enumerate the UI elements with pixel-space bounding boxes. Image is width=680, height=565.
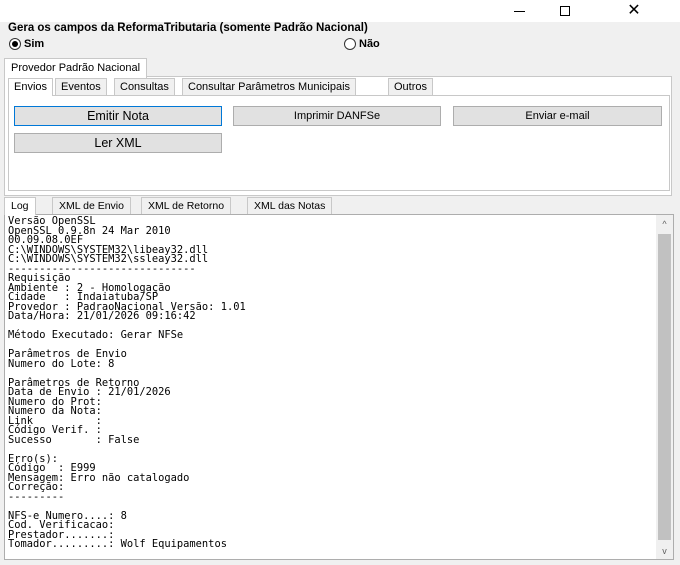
log-text: Versão OpenSSL OpenSSL 0.9.8n 24 Mar 201… (8, 216, 246, 550)
close-icon: ✕ (627, 2, 641, 19)
log-line: Tomador.........: Wolf Equipamentos (8, 538, 227, 550)
tab-log[interactable]: Log (4, 197, 36, 215)
tab-consultar-parametros-municipais[interactable]: Consultar Parâmetros Municipais (182, 78, 357, 95)
tab-xml-envio[interactable]: XML de Envio (52, 197, 131, 214)
tab-outros[interactable]: Outros (388, 78, 434, 95)
log-memo[interactable]: Versão OpenSSL OpenSSL 0.9.8n 24 Mar 201… (4, 214, 674, 560)
tab-consultas[interactable]: Consultas (114, 78, 175, 95)
log-line: Método Executado: Gerar NFSe (8, 329, 184, 341)
tab-xml-retorno[interactable]: XML de Retorno (141, 197, 232, 214)
log-line: Numero do Lote: 8 (8, 357, 115, 370)
radio-sim-label: Sim (24, 38, 45, 50)
radio-nao-label: Não (359, 38, 380, 50)
close-button[interactable]: ✕ (588, 0, 680, 22)
log-line: Sucesso : False (8, 433, 140, 446)
title-bar: ✕ (0, 0, 680, 22)
minimize-button[interactable] (496, 0, 542, 22)
radio-checked-icon (9, 38, 21, 50)
maximize-button[interactable] (542, 0, 588, 22)
tab-envios[interactable]: Envios (8, 78, 54, 96)
scroll-up-arrow-icon[interactable]: ^ (656, 215, 673, 232)
log-line: Data/Hora: 21/01/2026 09:16:42 (8, 310, 196, 322)
log-line: --------- (8, 490, 65, 503)
reforma-group-title: Gera os campos da ReformaTributaria (som… (8, 22, 368, 34)
minimize-icon (513, 10, 525, 12)
enviar-email-button[interactable]: Enviar e-mail (453, 106, 662, 126)
tab-xml-notas[interactable]: XML das Notas (247, 197, 333, 214)
emitir-nota-button[interactable]: Emitir Nota (14, 106, 222, 126)
radio-sim[interactable]: Sim (9, 38, 44, 50)
radio-nao[interactable]: Não (344, 38, 380, 50)
tab-eventos[interactable]: Eventos (55, 78, 107, 95)
tab-provedor-padrao-nacional[interactable]: Provedor Padrão Nacional (4, 58, 148, 78)
scroll-down-arrow-icon[interactable]: v (656, 542, 673, 559)
imprimir-danfse-button[interactable]: Imprimir DANFSe (233, 106, 441, 126)
ler-xml-button[interactable]: Ler XML (14, 133, 222, 153)
scroll-thumb[interactable] (658, 234, 671, 540)
vertical-scrollbar[interactable]: ^ v (656, 215, 673, 559)
maximize-icon (560, 6, 570, 16)
radio-unchecked-icon (344, 38, 356, 50)
